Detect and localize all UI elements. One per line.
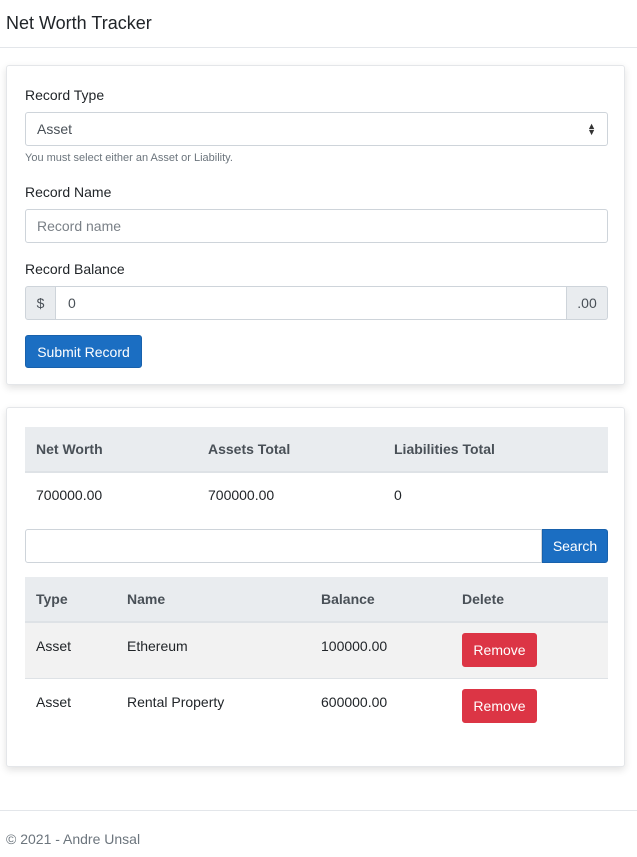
record-type-label: Record Type: [25, 87, 105, 103]
record-type-help: You must select either an Asset or Liabi…: [25, 152, 233, 164]
footer-text: © 2021 - Andre Unsal: [6, 831, 141, 847]
assets-total-value: 700000.00: [208, 487, 275, 503]
navbar: Net Worth Tracker: [0, 0, 637, 48]
summary-card: Net Worth Assets Total Liabilities Total…: [6, 407, 625, 767]
record-form-card: Record Type Asset ▲ ▼ You must select eit…: [6, 65, 625, 385]
remove-button[interactable]: Remove: [462, 633, 537, 668]
header-type: Type: [25, 577, 116, 623]
row-balance: 600000.00: [310, 677, 451, 734]
select-caret-icon: ▲ ▼: [587, 121, 596, 137]
row-type: Asset: [36, 638, 72, 654]
remove-button[interactable]: Remove: [462, 689, 537, 724]
table-row: Asset Rental Property 600000.00 Remove: [25, 677, 608, 734]
header-net-worth: Net Worth: [25, 427, 197, 473]
app-title[interactable]: Net Worth Tracker: [6, 13, 152, 34]
header-liabilities-total: Liabilities Total: [383, 427, 608, 473]
row-type: Asset: [25, 677, 116, 734]
header-delete: Delete: [451, 577, 608, 623]
currency-suffix: .00: [566, 286, 608, 320]
record-type-select[interactable]: Asset ▲ ▼: [25, 112, 608, 146]
records-table: Type Name Balance Delete Asset Ethereum …: [25, 577, 608, 734]
row-balance: 100000.00: [321, 638, 388, 654]
summary-table: Net Worth Assets Total Liabilities Total…: [25, 427, 608, 517]
row-delete-cell: Remove: [451, 622, 608, 678]
record-type-value: Asset: [37, 121, 73, 137]
search-input[interactable]: [25, 529, 542, 563]
row-name: Rental Property: [116, 677, 310, 734]
header-name: Name: [116, 577, 310, 623]
search-button[interactable]: Search: [542, 529, 608, 563]
record-name-input[interactable]: [25, 209, 608, 243]
currency-prefix: $: [25, 286, 56, 320]
record-balance-input[interactable]: [56, 286, 566, 320]
record-balance-group: $ .00: [25, 286, 608, 320]
row-name: Ethereum: [127, 638, 188, 654]
liabilities-total-value: 0: [394, 487, 402, 503]
footer-divider: [0, 810, 637, 811]
table-row: Asset Ethereum 100000.00 Remove: [25, 622, 608, 678]
header-balance: Balance: [310, 577, 451, 623]
row-delete-cell: Remove: [451, 677, 608, 734]
submit-record-button[interactable]: Submit Record: [25, 335, 142, 368]
net-worth-value: 700000.00: [36, 487, 103, 503]
record-name-label: Record Name: [25, 184, 112, 200]
header-assets-total: Assets Total: [197, 427, 383, 473]
record-balance-label: Record Balance: [25, 261, 125, 277]
